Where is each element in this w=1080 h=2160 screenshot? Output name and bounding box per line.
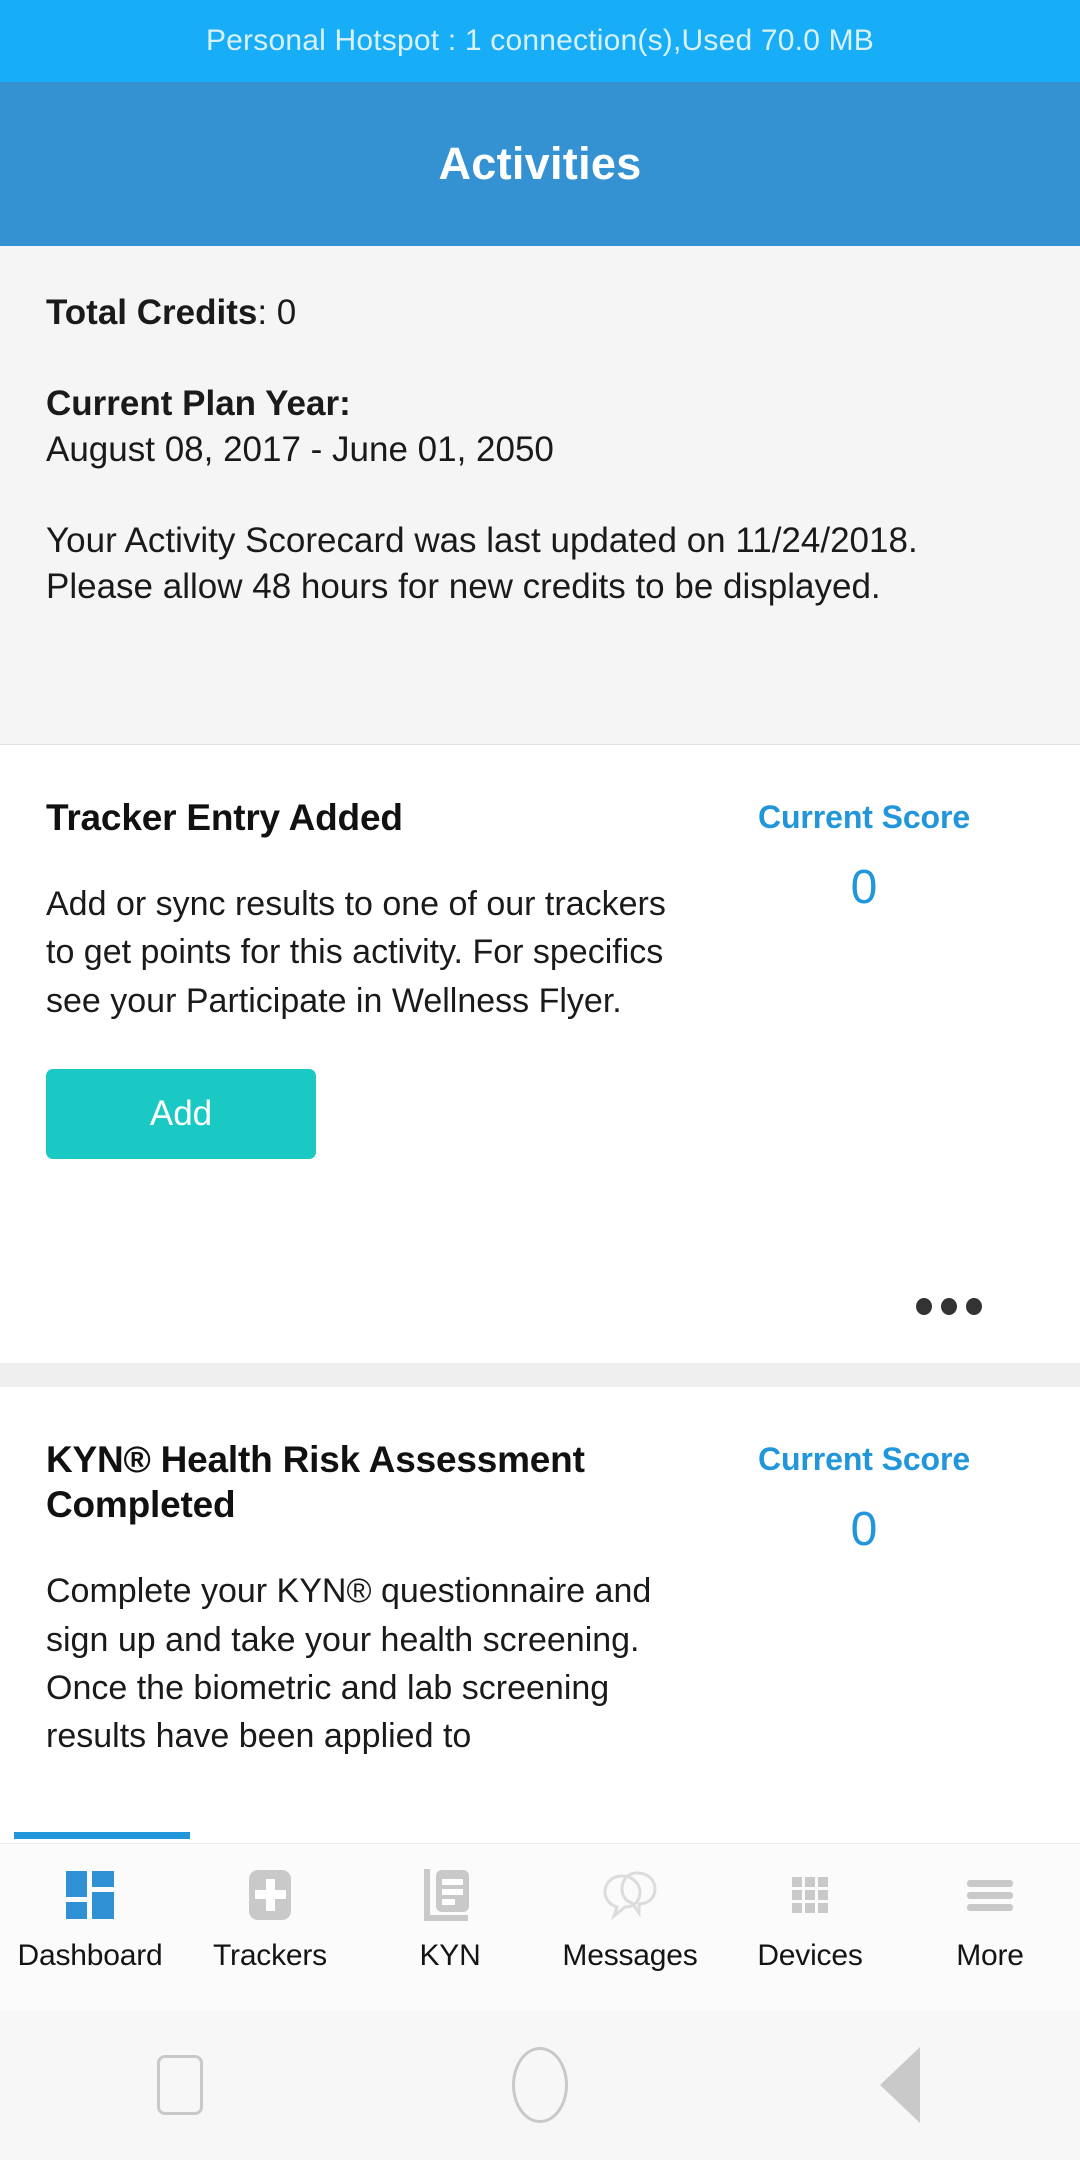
nav-item-devices[interactable]: Devices xyxy=(720,1866,900,1973)
activity-card-kyn-hra[interactable]: KYN® Health Risk Assessment Completed Co… xyxy=(0,1387,1080,1843)
activity-title: KYN® Health Risk Assessment Completed xyxy=(46,1439,585,1526)
activity-description: Add or sync results to one of our tracke… xyxy=(46,885,666,1020)
nav-item-kyn[interactable]: KYN xyxy=(360,1866,540,1973)
scroll-position-indicator[interactable] xyxy=(14,1832,190,1839)
plan-year-value: August 08, 2017 - June 01, 2050 xyxy=(46,430,554,470)
system-navigation-bar xyxy=(0,2010,1080,2160)
nav-label-dashboard: Dashboard xyxy=(17,1939,163,1972)
current-score-label: Current Score xyxy=(757,799,971,835)
nav-label-devices: Devices xyxy=(757,1939,863,1972)
nav-label-kyn: KYN xyxy=(419,1939,481,1972)
chat-bubbles-icon xyxy=(603,1871,657,1921)
hamburger-lines-icon xyxy=(967,1880,1013,1911)
current-score-value: 0 xyxy=(850,1503,878,1556)
scorecard-update-note: Your Activity Scorecard was last updated… xyxy=(46,520,918,607)
home-circle-icon xyxy=(512,2047,568,2123)
status-bar: Personal Hotspot : 1 connection(s),Used … xyxy=(0,0,1080,82)
dashboard-grid-icon xyxy=(66,1871,114,1919)
bottom-navigation-bar: Dashboard Trackers KYN Messages Devices … xyxy=(0,1843,1080,2010)
card-main-column: Tracker Entry Added Add or sync results … xyxy=(46,795,694,1159)
summary-panel: Total Credits: 0 Current Plan Year: Augu… xyxy=(0,246,1080,745)
plus-square-icon xyxy=(249,1870,291,1920)
back-triangle-icon xyxy=(880,2047,920,2123)
nav-label-trackers: Trackers xyxy=(213,1939,327,1972)
activity-card-tracker-entry[interactable]: Tracker Entry Added Add or sync results … xyxy=(0,745,1080,1363)
plan-year-label: Current Plan Year xyxy=(46,383,340,423)
nav-item-more[interactable]: More xyxy=(900,1866,1080,1973)
system-recents-button[interactable] xyxy=(0,2055,360,2115)
overflow-menu-icon[interactable] xyxy=(916,1298,982,1315)
plan-year-colon: : xyxy=(339,383,351,423)
document-lines-icon xyxy=(424,1869,469,1921)
dot-1 xyxy=(916,1298,932,1315)
nav-item-trackers[interactable]: Trackers xyxy=(180,1866,360,1973)
system-back-button[interactable] xyxy=(720,2047,1080,2123)
card-divider xyxy=(0,1363,1080,1387)
recents-square-icon xyxy=(157,2055,203,2115)
dot-2 xyxy=(941,1298,957,1315)
hotspot-status-text: Personal Hotspot : 1 connection(s),Used … xyxy=(205,24,875,57)
total-credits-label: Total Credits xyxy=(46,293,258,332)
page-title: Activities xyxy=(438,138,642,189)
system-home-button[interactable] xyxy=(360,2047,720,2123)
total-credits-value: : 0 xyxy=(257,293,297,332)
total-credits-row: Total Credits: 0 xyxy=(46,290,1034,337)
app-header: Activities xyxy=(0,82,1080,246)
current-score-value: 0 xyxy=(850,861,878,914)
activity-title: Tracker Entry Added xyxy=(46,797,403,838)
scroll-content[interactable]: Total Credits: 0 Current Plan Year: Augu… xyxy=(0,246,1080,1843)
nav-item-messages[interactable]: Messages xyxy=(540,1866,720,1973)
nav-label-messages: Messages xyxy=(562,1939,698,1972)
grid-dots-icon xyxy=(792,1877,828,1913)
nav-item-dashboard[interactable]: Dashboard xyxy=(0,1866,180,1973)
card-content-row: Tracker Entry Added Add or sync results … xyxy=(46,795,1034,1159)
card-score-column: Current Score 0 xyxy=(694,1437,1034,1554)
dot-3 xyxy=(966,1298,982,1315)
nav-label-more: More xyxy=(956,1939,1024,1972)
card-score-column: Current Score 0 xyxy=(694,795,1034,912)
add-button[interactable]: Add xyxy=(46,1068,316,1159)
current-score-label: Current Score xyxy=(757,1441,971,1477)
plan-year-row: Current Plan Year: August 08, 2017 - Jun… xyxy=(46,381,1034,474)
card-content-row: KYN® Health Risk Assessment Completed Co… xyxy=(46,1437,1034,1760)
card-main-column: KYN® Health Risk Assessment Completed Co… xyxy=(46,1437,694,1760)
activity-description: Complete your KYN® questionnaire and sig… xyxy=(46,1572,652,1756)
phone-screen: Personal Hotspot : 1 connection(s),Used … xyxy=(0,0,1080,2160)
